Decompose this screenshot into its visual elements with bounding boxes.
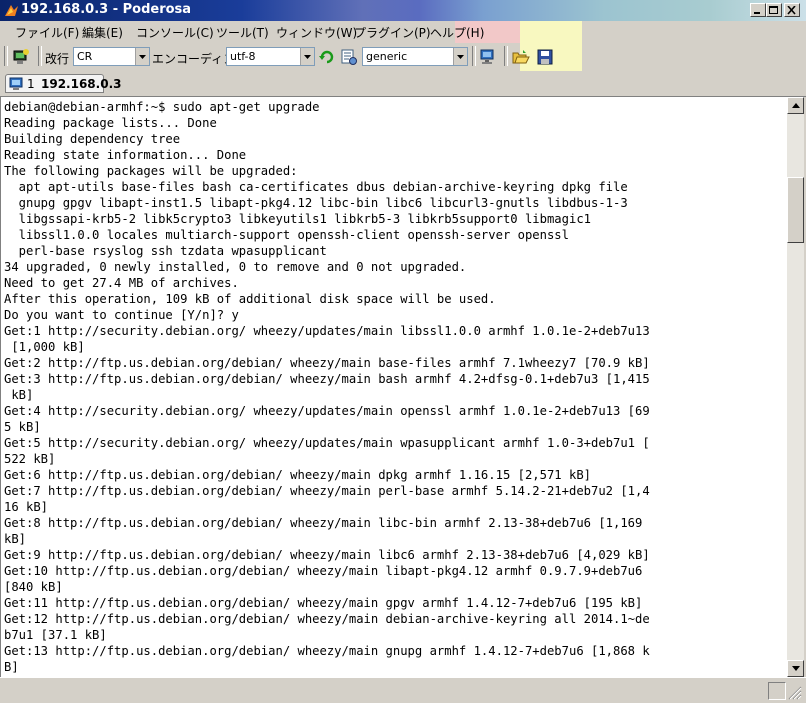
chevron-down-icon[interactable]: [453, 48, 467, 65]
tab-number: 1: [27, 77, 35, 91]
terminal-lines: debian@debian-armhf:~$ sudo apt-get upgr…: [4, 99, 650, 675]
terminal-line: B]: [4, 660, 19, 674]
encoding-value: utf-8: [230, 50, 256, 63]
terminal-line: 16 kB]: [4, 500, 49, 514]
maximize-icon: [769, 6, 778, 14]
window-title: 192.168.0.3 - Poderosa: [21, 2, 192, 17]
terminal-line: libssl1.0.0 locales multiarch-support op…: [4, 228, 569, 242]
minimize-icon: [754, 12, 760, 14]
terminal-line: Get:5 http://security.debian.org/ wheezy…: [4, 436, 650, 450]
terminal-line: Get:12 http://ftp.us.debian.org/debian/ …: [4, 612, 650, 626]
network-icon[interactable]: [479, 48, 497, 66]
terminal-type-select[interactable]: generic: [362, 47, 468, 66]
scroll-down-button[interactable]: [787, 660, 804, 677]
scrollbar-thumb[interactable]: [787, 177, 804, 243]
terminal-line: gnupg gpgv libapt-inst1.5 libapt-pkg4.12…: [4, 196, 628, 210]
status-panel: [768, 682, 786, 700]
terminal-line: kB]: [4, 388, 34, 402]
menu-file[interactable]: ファイル(F): [15, 24, 79, 41]
chevron-down-icon: [792, 666, 800, 671]
toolbar: 改行 CR エンコーディング utf-8 generic: [0, 43, 806, 71]
terminal-line: Get:10 http://ftp.us.debian.org/debian/ …: [4, 564, 643, 578]
resize-grip-icon[interactable]: [788, 686, 802, 700]
chevron-down-icon[interactable]: [135, 48, 149, 65]
terminal-line: The following packages will be upgraded:: [4, 164, 298, 178]
chevron-down-icon[interactable]: [300, 48, 314, 65]
scroll-up-button[interactable]: [787, 97, 804, 114]
terminal-line: Reading state information... Done: [4, 148, 247, 162]
terminal-line: Building dependency tree: [4, 132, 181, 146]
menu-window[interactable]: ウィンドウ(W): [276, 24, 357, 41]
minimize-button[interactable]: [750, 3, 766, 17]
terminal-line: kB]: [4, 532, 27, 546]
close-button[interactable]: [784, 3, 800, 17]
terminal-line: apt apt-utils base-files bash ca-certifi…: [4, 180, 628, 194]
tab-label: 192.168.0.3: [41, 77, 122, 91]
terminal-line: Get:1 http://security.debian.org/ wheezy…: [4, 324, 650, 338]
encoding-select[interactable]: utf-8: [226, 47, 315, 66]
terminal-line: Get:11 http://ftp.us.debian.org/debian/ …: [4, 596, 643, 610]
toolbar-grip[interactable]: [472, 46, 476, 66]
menu-edit[interactable]: 編集(E): [82, 24, 123, 41]
newline-label: 改行: [45, 52, 70, 66]
tab-session-1[interactable]: 1 192.168.0.3: [5, 74, 121, 93]
save-icon[interactable]: [536, 48, 554, 66]
menu-help[interactable]: ヘルプ(H): [430, 24, 484, 41]
menu-console[interactable]: コンソール(C): [136, 24, 214, 41]
terminal-line: Get:2 http://ftp.us.debian.org/debian/ w…: [4, 356, 650, 370]
toolbar-grip[interactable]: [38, 46, 42, 66]
terminal-settings-icon[interactable]: [340, 48, 358, 66]
terminal-line: 34 upgraded, 0 newly installed, 0 to rem…: [4, 260, 467, 274]
terminal-line: 5 kB]: [4, 420, 41, 434]
menu-tools[interactable]: ツール(T): [216, 24, 269, 41]
terminal-line: After this operation, 109 kB of addition…: [4, 292, 496, 306]
menu-plugins[interactable]: プラグイン(P): [354, 24, 431, 41]
chevron-up-icon: [792, 103, 800, 108]
terminal-line: Get:8 http://ftp.us.debian.org/debian/ w…: [4, 516, 643, 530]
terminal-line: debian@debian-armhf:~$ sudo apt-get upgr…: [4, 100, 320, 114]
reload-icon[interactable]: [318, 48, 336, 66]
status-bar: [0, 677, 806, 703]
terminal-line: Get:6 http://ftp.us.debian.org/debian/ w…: [4, 468, 591, 482]
terminal-line: [1,000 kB]: [4, 340, 85, 354]
terminal-line: Get:9 http://ftp.us.debian.org/debian/ w…: [4, 548, 650, 562]
vertical-scrollbar[interactable]: [787, 97, 804, 677]
new-connection-icon[interactable]: [12, 48, 30, 66]
tab-strip: 1 192.168.0.3: [0, 71, 806, 97]
terminal-session-icon: [9, 77, 23, 90]
terminal-line: libgssapi-krb5-2 libk5crypto3 libkeyutil…: [4, 212, 591, 226]
toolbar-grip[interactable]: [4, 46, 8, 66]
menu-bar: ファイル(F) 編集(E) コンソール(C) ツール(T) ウィンドウ(W) プ…: [0, 21, 806, 43]
maximize-button[interactable]: [766, 3, 782, 17]
terminal-line: Get:13 http://ftp.us.debian.org/debian/ …: [4, 644, 650, 658]
terminal-output[interactable]: debian@debian-armhf:~$ sudo apt-get upgr…: [0, 97, 787, 677]
terminal-line: Get:4 http://security.debian.org/ wheezy…: [4, 404, 650, 418]
menu-highlight-decoration: [520, 21, 582, 43]
toolbar-grip[interactable]: [504, 46, 508, 66]
terminal-line: Reading package lists... Done: [4, 116, 217, 130]
newline-value: CR: [77, 50, 93, 63]
newline-select[interactable]: CR: [73, 47, 150, 66]
terminal-line: Need to get 27.4 MB of archives.: [4, 276, 239, 290]
terminal-line: Do you want to continue [Y/n]? y: [4, 308, 239, 322]
title-bar[interactable]: 192.168.0.3 - Poderosa: [0, 0, 806, 21]
terminal-line: perl-base rsyslog ssh tzdata wpasupplica…: [4, 244, 327, 258]
open-folder-icon[interactable]: [512, 48, 530, 66]
terminal-line: Get:3 http://ftp.us.debian.org/debian/ w…: [4, 372, 650, 386]
close-icon: [787, 6, 796, 15]
terminal-line: Get:7 http://ftp.us.debian.org/debian/ w…: [4, 484, 650, 498]
poderosa-app-icon[interactable]: [4, 3, 19, 18]
terminal-line: b7u1 [37.1 kB]: [4, 628, 107, 642]
terminal-line: [840 kB]: [4, 580, 63, 594]
terminal-type-value: generic: [366, 50, 408, 63]
terminal-line: 522 kB]: [4, 452, 56, 466]
